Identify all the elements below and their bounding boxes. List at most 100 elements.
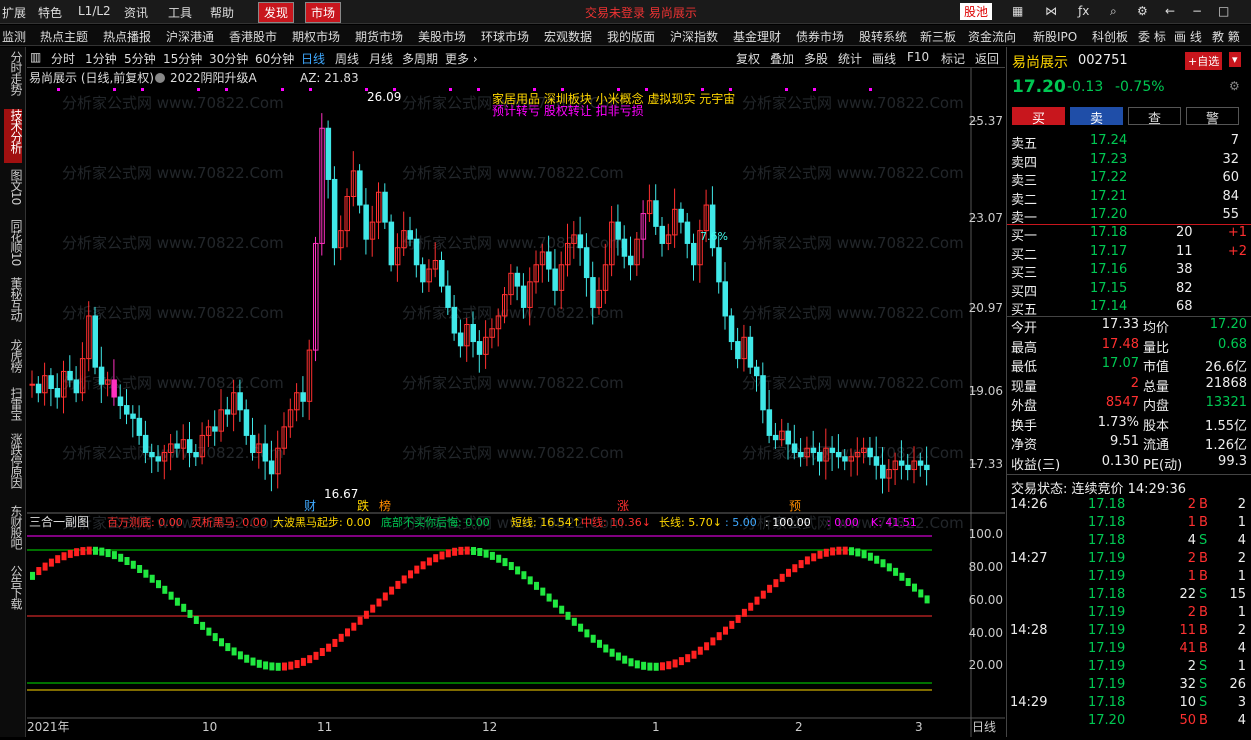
period-tab[interactable]: 30分钟 (209, 50, 248, 67)
nav-item[interactable]: 股转系统 (859, 28, 907, 45)
period-tab[interactable]: 60分钟 (255, 50, 294, 67)
chart-tool-button[interactable]: 叠加 (770, 50, 794, 67)
nav-item[interactable]: 沪深指数 (670, 28, 718, 45)
layout-icon[interactable]: ▥ (30, 50, 41, 64)
chart-tool-button[interactable]: 统计 (838, 50, 862, 67)
indicator-dropdown-icon[interactable] (155, 73, 165, 83)
kline-chart[interactable]: 分析家公式网 www.70822.Com 分析家公式网 www.70822.Com… (27, 68, 1005, 737)
chart-area[interactable]: 分析家公式网 www.70822.Com 分析家公式网 www.70822.Com… (27, 68, 1005, 737)
nav-item[interactable]: 环球市场 (481, 28, 529, 45)
nav-item[interactable]: 科创板 (1092, 28, 1128, 45)
sidebar-item[interactable]: 董秘互动 (4, 277, 23, 333)
chart-tool-button[interactable]: F10 (907, 50, 929, 64)
grid-icon[interactable]: ▦ (1012, 4, 1023, 18)
query-button[interactable]: 查 (1128, 107, 1181, 127)
period-tab[interactable]: 日线 (301, 50, 325, 67)
oscillator-block (231, 647, 237, 656)
sidebar-item[interactable]: 分时走势 (4, 51, 23, 105)
oscillator-block (811, 553, 817, 562)
sidebar-item[interactable]: 龙虎榜 (4, 339, 23, 383)
nav-item[interactable]: 期权市场 (292, 28, 340, 45)
nav-item[interactable]: 热点主题 (40, 28, 88, 45)
tick-price: 17.19 (1088, 605, 1126, 620)
nav-item[interactable]: 期货市场 (355, 28, 403, 45)
chart-tool-button[interactable]: 多股 (804, 50, 828, 67)
sidebar-item[interactable]: 图文10 (4, 169, 23, 213)
nav-item[interactable]: 我的版面 (607, 28, 655, 45)
menu-discover[interactable]: 发现 (258, 2, 295, 23)
nav-item[interactable]: 监测 (2, 28, 26, 45)
period-tab[interactable]: 1分钟 (85, 50, 117, 67)
candle-body (357, 170, 363, 206)
period-tab[interactable]: 5分钟 (124, 50, 156, 67)
chart-icon[interactable]: ⋈ (1045, 4, 1057, 18)
sidebar-item[interactable]: 技术分析 (4, 109, 23, 163)
top-dot-marker (869, 88, 872, 91)
add-watchlist-button[interactable]: +自选 (1185, 52, 1223, 70)
nav-item[interactable]: 沪深港通 (166, 28, 214, 45)
nav-item[interactable]: 新股IPO (1033, 28, 1077, 45)
nav-item[interactable]: 资金流向 (968, 28, 1016, 45)
candle-body (747, 336, 754, 368)
menu-market[interactable]: 市场 (305, 2, 342, 23)
menu-extend[interactable]: 扩展 (2, 4, 26, 21)
ask-row: 卖一 17.20 55 (1011, 207, 1247, 226)
period-tab[interactable]: 15分钟 (163, 50, 202, 67)
period-tab[interactable]: 更多 › (445, 50, 478, 67)
nav-item[interactable]: 香港股市 (229, 28, 277, 45)
menu-help[interactable]: 帮助 (210, 4, 234, 21)
nav-item[interactable]: 债券市场 (796, 28, 844, 45)
dropdown-icon[interactable]: ▾ (1229, 52, 1241, 67)
candle-body (331, 178, 338, 249)
sidebar-item[interactable]: 涨跌停原因 (4, 433, 23, 499)
minimize-icon[interactable]: − (1192, 4, 1202, 18)
sell-button[interactable]: 卖 (1070, 107, 1123, 127)
menu-feature[interactable]: 特色 (38, 4, 62, 21)
menu-news[interactable]: 资讯 (124, 4, 148, 21)
stock-pool-button[interactable]: 股池 (960, 3, 993, 20)
alert-button[interactable]: 警 (1186, 107, 1239, 127)
stat-row: 今开 17.33 均价 17.20 (1011, 317, 1247, 336)
nav-item[interactable]: 画 线 (1174, 28, 1202, 45)
formula-icon[interactable]: ƒx (1078, 4, 1089, 18)
buy-button[interactable]: 买 (1012, 107, 1065, 127)
maximize-icon[interactable]: □ (1218, 4, 1229, 18)
sidebar-item[interactable]: 同花顺10 (4, 219, 23, 271)
stat-label: 收益(三) (1011, 457, 1061, 473)
nav-item[interactable]: 热点播报 (103, 28, 151, 45)
tick-count: 1 (1237, 605, 1246, 620)
gear-icon[interactable]: ⚙ (1137, 4, 1148, 18)
stat-label: 净资 (1011, 438, 1038, 453)
menu-tools[interactable]: 工具 (168, 4, 192, 21)
nav-item[interactable]: 新三板 (920, 28, 956, 45)
nav-item[interactable]: 委 标 (1138, 28, 1166, 45)
oscillator-block (118, 553, 124, 562)
period-tab[interactable]: 月线 (369, 50, 393, 67)
nav-item[interactable]: 基金理财 (733, 28, 781, 45)
sidebar-item[interactable]: 公告下载 (4, 565, 23, 615)
nav-item[interactable]: 教 籁 (1212, 28, 1240, 45)
period-tab[interactable]: 多周期 (402, 50, 438, 67)
chart-tool-button[interactable]: 标记 (941, 50, 965, 67)
sidebar-item[interactable]: 扫雷宝 (4, 387, 23, 427)
period-tab[interactable]: 分时 (51, 50, 75, 67)
tick-count: 1 (1237, 659, 1246, 674)
search-icon[interactable]: ⌕ (1110, 4, 1117, 19)
oscillator-block (483, 549, 489, 558)
candle-body (155, 456, 161, 462)
back-icon[interactable]: ← (1165, 4, 1175, 18)
nav-item[interactable]: 美股市场 (418, 28, 466, 45)
candle-body (35, 383, 42, 394)
oscillator-block (867, 552, 873, 561)
chart-tool-button[interactable]: 画线 (872, 50, 896, 67)
bid-price: 17.18 (1090, 225, 1128, 240)
menu-l1l2[interactable]: L1/L2 (78, 4, 111, 18)
chart-tool-button[interactable]: 返回 (975, 50, 999, 67)
nav-item[interactable]: 宏观数据 (544, 28, 592, 45)
sidebar-item[interactable]: 东财股吧 (4, 505, 23, 561)
chart-tool-button[interactable]: 复权 (736, 50, 760, 67)
oscillator-block (672, 659, 678, 668)
period-tab[interactable]: 周线 (335, 50, 359, 67)
tick-row: 14:27 17.19 2 B 2 (1010, 551, 1248, 569)
settings-icon[interactable]: ⚙ (1229, 79, 1240, 93)
